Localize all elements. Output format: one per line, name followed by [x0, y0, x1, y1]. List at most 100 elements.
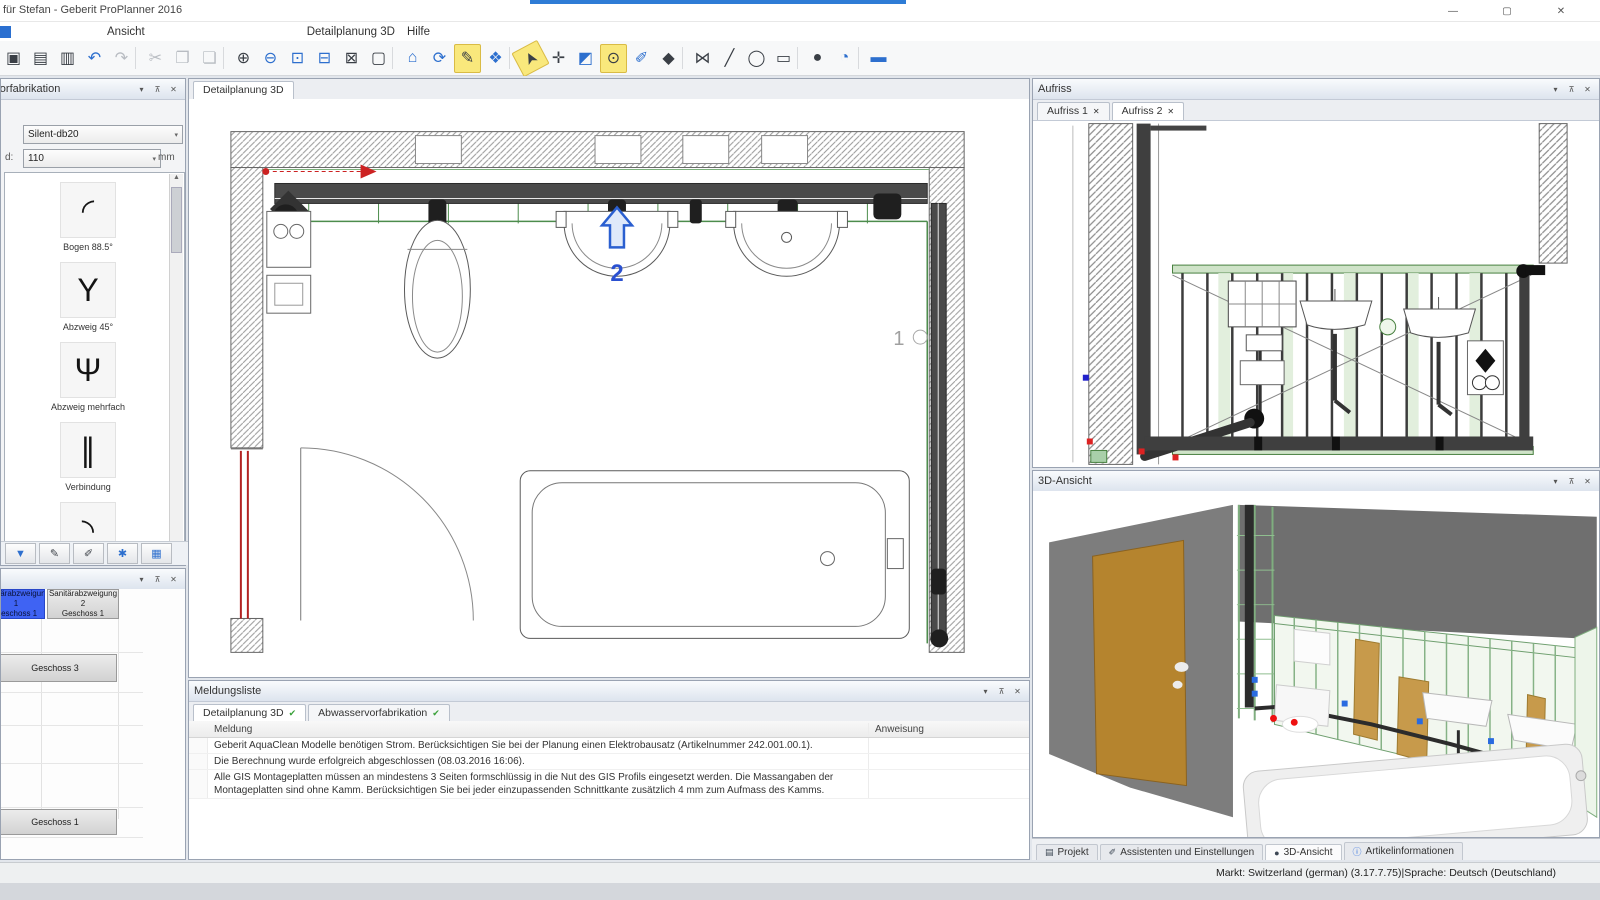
message-source-tab[interactable]: Detailplanung 3D ✔ [193, 704, 306, 722]
separator[interactable] [392, 47, 399, 69]
select-cursor-button[interactable]: ➤ [511, 39, 549, 76]
measure-button[interactable]: ✐ [629, 45, 654, 72]
dock-tab[interactable]: ● 3D-Ansicht [1265, 844, 1341, 860]
tab-detailplanung-3d[interactable]: Detailplanung 3D [193, 81, 294, 99]
save-button[interactable]: ▣ [1, 45, 26, 72]
message-row[interactable]: Die Berechnung wurde erfolgreich abgesch… [189, 754, 1029, 770]
close-icon[interactable]: ✕ [1581, 83, 1594, 96]
undo-button[interactable]: ↶ [82, 45, 107, 72]
system-select[interactable]: Silent-db20 ▾ [23, 125, 183, 144]
export-button[interactable]: ▥ [55, 45, 80, 72]
close-icon[interactable]: ✕ [1011, 685, 1024, 698]
separator[interactable] [223, 47, 230, 69]
select-group-button[interactable]: ◩ [573, 45, 598, 72]
copy-button[interactable]: ❐ [170, 45, 195, 72]
elevation-canvas[interactable] [1033, 121, 1599, 467]
zoom-in-button[interactable]: ⊕ [231, 45, 256, 72]
annotate-button[interactable]: ✐ [73, 543, 104, 564]
menu-item[interactable]: Detailplanung 3D [301, 25, 401, 39]
filter-button[interactable]: ▼ [5, 543, 36, 564]
link-elements-button[interactable]: ❖ [483, 45, 508, 72]
snap-button[interactable]: ✱ [107, 543, 138, 564]
riser-button-right[interactable]: Sanitärabzweigung 2 Geschoss 1 [47, 589, 119, 619]
close-icon[interactable]: ✕ [167, 573, 180, 586]
close-icon[interactable]: ✕ [167, 83, 180, 96]
toilet-symbol[interactable] [404, 220, 470, 358]
collapse-icon[interactable]: ▾ [135, 83, 148, 96]
view3d-rendering[interactable] [1033, 491, 1599, 837]
cut-button[interactable]: ✂ [143, 45, 168, 72]
separator[interactable] [797, 47, 804, 69]
collapse-icon[interactable]: ▾ [979, 685, 992, 698]
lock-button[interactable]: ◆ [656, 45, 681, 72]
view3d-canvas[interactable] [1033, 491, 1599, 837]
dock-tab[interactable]: ✐ Assistenten und Einstellungen [1100, 844, 1264, 860]
separator[interactable] [858, 47, 865, 69]
paste-button[interactable]: ❏ [197, 45, 222, 72]
maximize-button[interactable]: ▢ [1492, 2, 1522, 20]
elevation-drawing[interactable] [1033, 121, 1599, 467]
catalog-item[interactable]: Y Abzweig 45° [13, 262, 163, 333]
redo-button[interactable]: ↷ [109, 45, 134, 72]
coupling-tool-button[interactable]: ⋈ [690, 45, 715, 72]
draw-button[interactable]: ✎ [39, 543, 70, 564]
orbit-button[interactable]: ⟳ [427, 45, 452, 72]
pan-button[interactable]: ⌂ [400, 45, 425, 72]
messages-table: Meldung Anweisung Geberit AquaClean Mode… [189, 721, 1029, 859]
catalog-item[interactable]: ∥ Verbindung [13, 422, 163, 493]
scroll-up-icon[interactable]: ▲ [173, 174, 180, 181]
pin-icon[interactable]: ⊼ [151, 83, 164, 96]
zoom-out-button[interactable]: ⊖ [258, 45, 283, 72]
move-button[interactable]: ✛ [546, 45, 571, 72]
plan-canvas[interactable]: 2 1 [189, 99, 1029, 677]
menu-item[interactable]: Hilfe [401, 25, 436, 39]
elevation-tab[interactable]: Aufriss 1 ✕ [1037, 102, 1110, 120]
stats-button[interactable]: ▦ [141, 543, 172, 564]
rect-tool-button[interactable]: ▭ [771, 45, 796, 72]
dock-tab[interactable]: ▤ Projekt [1036, 844, 1098, 860]
elevation-tab[interactable]: Aufriss 2 ✕ [1112, 102, 1185, 120]
zoom-fit-button[interactable]: ▢ [366, 45, 391, 72]
pin-icon[interactable]: ⊼ [1565, 83, 1578, 96]
close-icon[interactable]: ✕ [1167, 107, 1174, 116]
dimension-tool-button[interactable]: ▬ [866, 45, 891, 72]
close-button[interactable]: ✕ [1546, 2, 1576, 20]
zoom-window-button[interactable]: ⊡ [285, 45, 310, 72]
arc-tool-button[interactable]: ◔ [832, 45, 857, 72]
collapse-icon[interactable]: ▾ [135, 573, 148, 586]
find-element-button[interactable]: ⊙ [600, 44, 627, 73]
scrollbar-thumb[interactable] [171, 187, 182, 253]
separator[interactable] [682, 47, 689, 69]
zoom-previous-button[interactable]: ⊟ [312, 45, 337, 72]
catalog-scrollbar[interactable]: ▲ [169, 174, 183, 542]
close-icon[interactable]: ✕ [1581, 475, 1594, 488]
line-tool-button[interactable]: ╱ [717, 45, 742, 72]
floorplan-drawing[interactable]: 2 1 [189, 99, 1029, 677]
pin-icon[interactable]: ⊼ [151, 573, 164, 586]
dock-tab[interactable]: ⓘ Artikelinformationen [1344, 842, 1463, 860]
catalog-item[interactable]: Ψ Abzweig mehrfach [13, 342, 163, 413]
message-source-tab[interactable]: Abwasservorfabrikation ✔ [308, 704, 450, 722]
catalog-item[interactable]: ◜ Bogen 88.5° [13, 182, 163, 253]
collapse-icon[interactable]: ▾ [1549, 475, 1562, 488]
edit-button[interactable]: ✎ [454, 44, 481, 73]
close-icon[interactable]: ✕ [1093, 107, 1100, 116]
floor-button-top[interactable]: Geschoss 3 [1, 654, 117, 682]
zoom-all-button[interactable]: ⊠ [339, 45, 364, 72]
collapse-icon[interactable]: ▾ [1549, 83, 1562, 96]
diameter-select[interactable]: 110 ▾ [23, 149, 161, 168]
sphere-tool-button[interactable]: ● [805, 45, 830, 72]
separator[interactable] [135, 47, 142, 69]
catalog-item[interactable]: ◝ [13, 502, 163, 544]
pin-icon[interactable]: ⊼ [995, 685, 1008, 698]
menu-item[interactable]: Ansicht [101, 25, 151, 39]
pin-icon[interactable]: ⊼ [1565, 475, 1578, 488]
message-row[interactable]: Geberit AquaClean Modelle benötigen Stro… [189, 738, 1029, 754]
message-row[interactable]: Alle GIS Montageplatten müssen an mindes… [189, 770, 1029, 799]
print-button[interactable]: ▤ [28, 45, 53, 72]
minimize-button[interactable]: — [1438, 2, 1468, 20]
bathtub-symbol[interactable] [520, 471, 909, 639]
floor-button-bottom[interactable]: Geschoss 1 [1, 809, 117, 835]
riser-button-left[interactable]: Sanitärabzweigung 1 Geschoss 1 [1, 589, 45, 619]
ellipse-tool-button[interactable]: ◯ [744, 45, 769, 72]
